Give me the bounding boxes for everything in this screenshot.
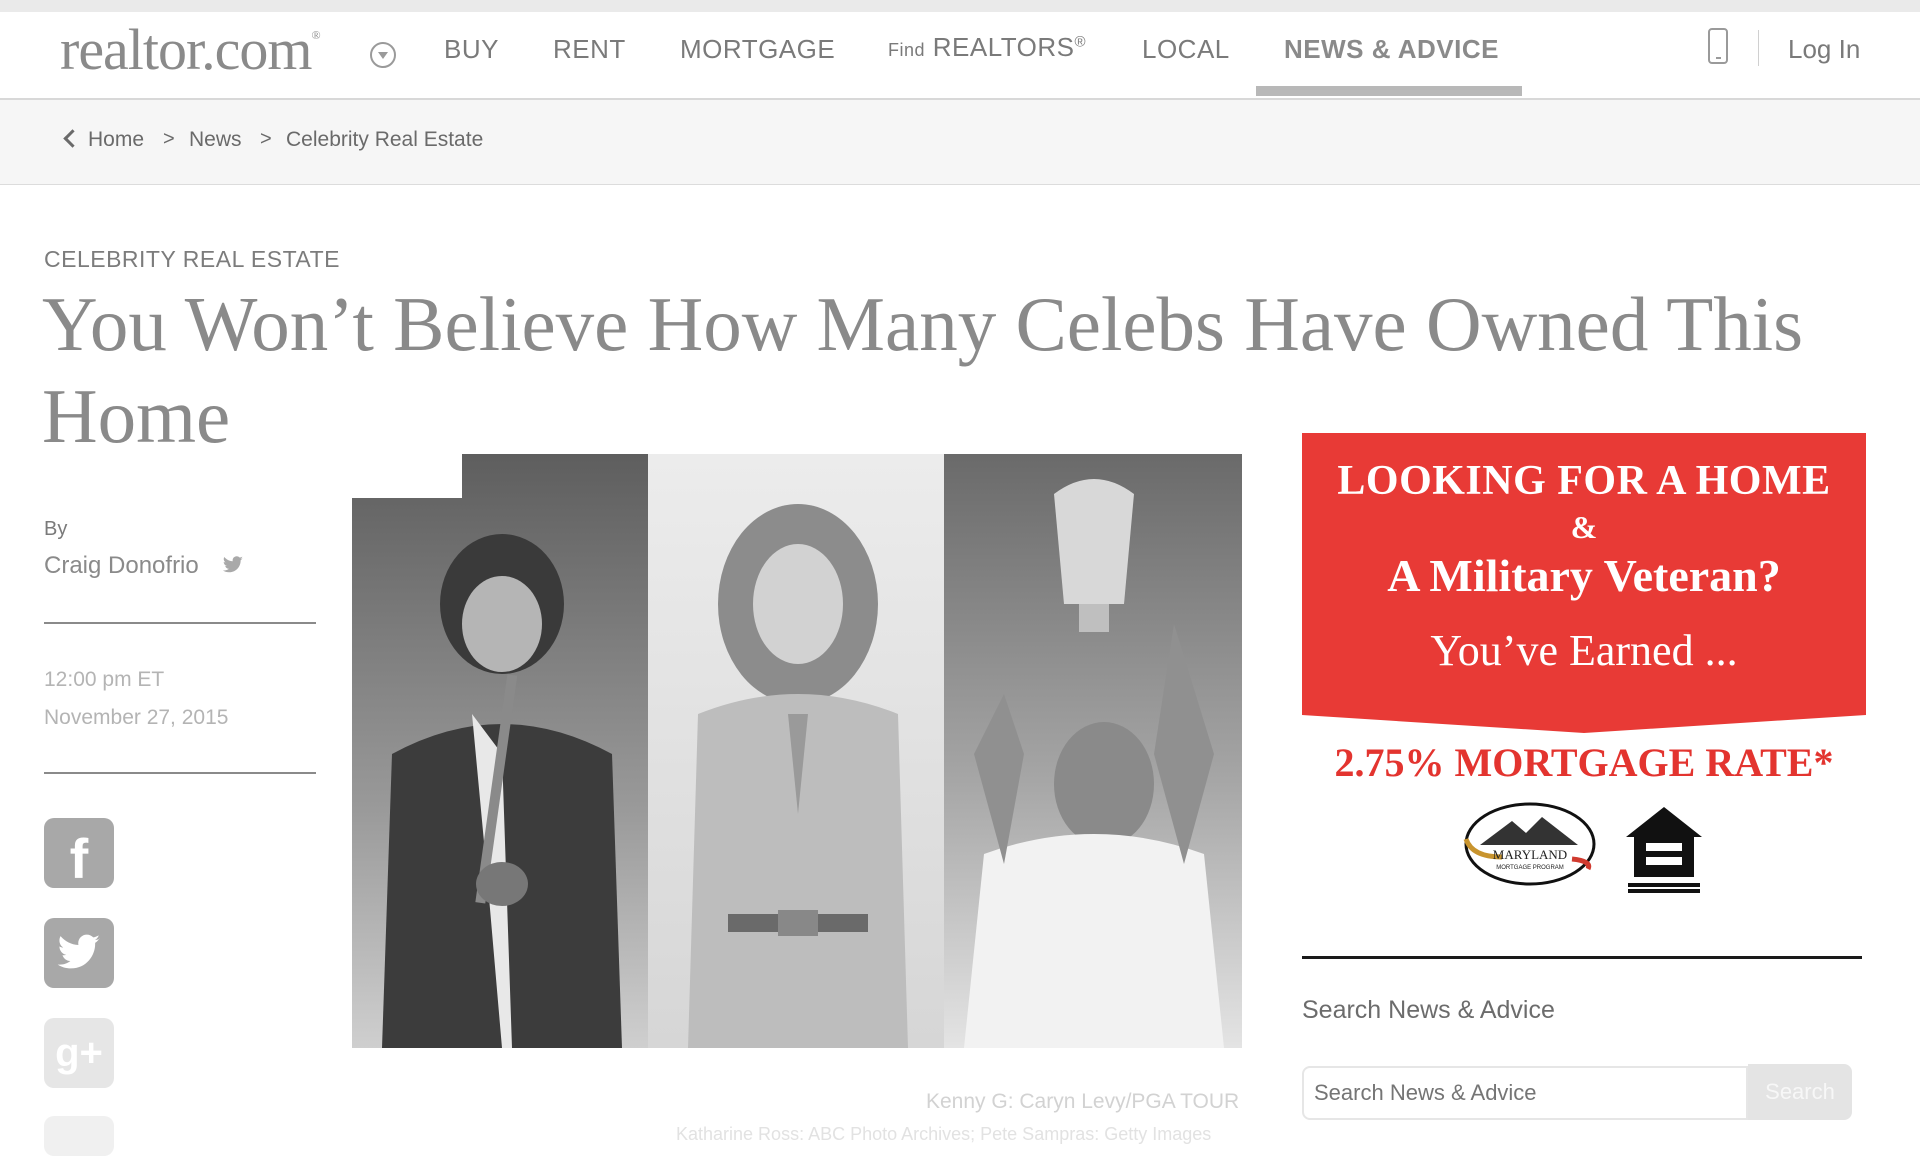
sidebar-divider (1302, 956, 1862, 959)
ad-mortgage-rate: 2.75% MORTGAGE RATE* (1334, 740, 1834, 785)
chevron-down-icon[interactable] (370, 42, 396, 68)
nav-find-realtors[interactable]: Find REALTORS® (888, 32, 1086, 63)
more-share-button[interactable] (44, 1116, 114, 1156)
photo-credit-secondary: Katharine Ross: ABC Photo Archives; Pete… (676, 1124, 1212, 1144)
nav-find-prefix: Find (888, 40, 926, 60)
nav-find-mark: ® (1074, 33, 1087, 51)
logo-maryland-text: MARYLAND (1493, 847, 1567, 862)
google-plus-share-button[interactable]: g+ (44, 1018, 114, 1088)
equal-housing-icon (1626, 807, 1702, 893)
nav-rent[interactable]: RENT (553, 34, 626, 65)
logo-registered-mark: ® (311, 28, 321, 42)
nav-news-advice[interactable]: NEWS & ADVICE (1284, 34, 1499, 65)
nav-buy[interactable]: BUY (444, 34, 499, 65)
realtor-logo[interactable]: realtor.com® (60, 16, 321, 83)
breadcrumb-news[interactable]: News (189, 128, 242, 152)
ad-tagline: You’ve Earned ... (1430, 626, 1738, 675)
breadcrumb-celebrity-real-estate[interactable]: Celebrity Real Estate (286, 128, 483, 152)
mobile-phone-icon[interactable] (1708, 28, 1728, 64)
photo-credit: Kenny G: Caryn Levy/PGA TOUR (926, 1090, 1240, 1113)
ad-ampersand: & (1570, 509, 1598, 545)
nav-find-label: REALTORS (932, 32, 1075, 62)
tennis-player-photo (964, 479, 1224, 1048)
author-name[interactable]: Craig Donofrio (44, 552, 199, 580)
twitter-icon[interactable] (222, 556, 244, 574)
ad-headline: LOOKING FOR A HOME (1337, 458, 1831, 504)
hero-corner-mask (352, 452, 462, 498)
nav-mortgage[interactable]: MORTGAGE (680, 34, 835, 65)
breadcrumb-separator: > (163, 128, 175, 150)
twitter-share-button[interactable] (44, 918, 114, 988)
logo-text[interactable]: realtor.com (60, 17, 313, 82)
google-plus-icon: g+ (55, 1031, 103, 1075)
byline-divider (44, 772, 316, 774)
saxophonist-photo (382, 534, 622, 1048)
nav-divider (1758, 30, 1759, 66)
nav-local[interactable]: LOCAL (1142, 34, 1230, 65)
sidebar-search-title: Search News & Advice (1302, 996, 1555, 1024)
search-button[interactable]: Search (1748, 1064, 1852, 1120)
twitter-icon (57, 934, 100, 969)
article-hero-image (352, 454, 1242, 1048)
facebook-icon: f (69, 827, 89, 890)
actress-photo (688, 504, 908, 1048)
ad-subheadline: A Military Veteran? (1387, 550, 1781, 601)
logo-program-text: MORTGAGE PROGRAM (1496, 865, 1564, 871)
publish-date: November 27, 2015 (44, 706, 229, 729)
search-input[interactable] (1302, 1066, 1748, 1120)
byline-divider (44, 622, 316, 624)
maryland-mortgage-program-logo: MARYLAND MORTGAGE PROGRAM (1463, 802, 1596, 886)
facebook-share-button[interactable]: f (44, 818, 114, 890)
ad-banner: LOOKING FOR A HOME & A Military Veteran?… (1302, 433, 1866, 733)
article-category[interactable]: CELEBRITY REAL ESTATE (44, 246, 340, 273)
byline-label: By (44, 518, 68, 540)
breadcrumb-separator: > (260, 128, 272, 150)
publish-time: 12:00 pm ET (44, 668, 165, 691)
mortgage-advertisement[interactable]: LOOKING FOR A HOME & A Military Veteran?… (1302, 433, 1866, 903)
photo-panel-saxophonist (352, 454, 648, 1048)
photo-panel-tennis-player (944, 454, 1242, 1048)
photo-panel-actress (648, 454, 944, 1048)
login-link[interactable]: Log In (1788, 34, 1860, 65)
breadcrumb-home[interactable]: Home (88, 128, 144, 152)
nav-active-indicator (1256, 86, 1522, 96)
